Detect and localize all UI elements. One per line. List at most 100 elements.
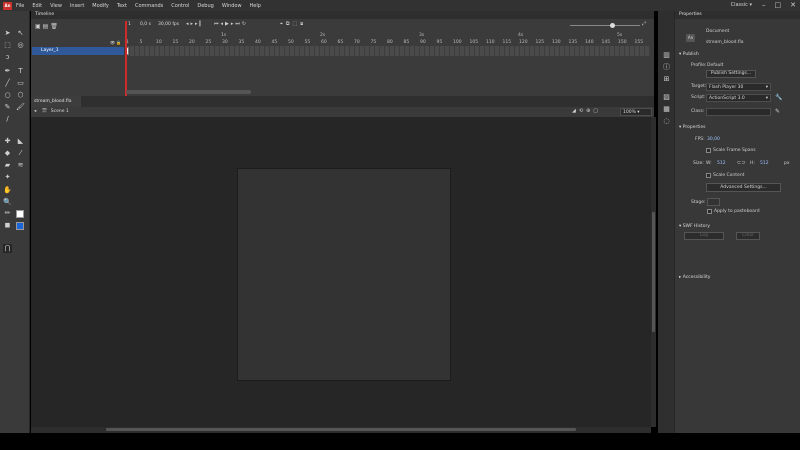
swf-clear-button[interactable]: Clear	[736, 232, 760, 240]
edit-class-icon[interactable]: ✎	[775, 108, 780, 115]
swatches-icon[interactable]: ▦	[662, 105, 671, 114]
fps-value[interactable]: 30,00	[707, 137, 720, 142]
layer-frames[interactable]	[125, 46, 650, 56]
step-forward-icon[interactable]: ▸▎	[195, 21, 205, 27]
lasso-icon[interactable]: ↄ	[3, 53, 12, 62]
wrench-icon[interactable]: 🔧	[775, 94, 782, 101]
swf-log-button[interactable]: Log	[684, 232, 724, 240]
timeline-zoom-slider[interactable]	[570, 25, 640, 26]
new-layer-icon[interactable]: ▣	[35, 23, 41, 30]
horizontal-scroll-thumb[interactable]	[106, 428, 576, 431]
link-icon[interactable]: ⊂⊃	[737, 160, 745, 166]
hand-tool-icon[interactable]: ✋	[3, 186, 12, 195]
vertical-scrollbar[interactable]	[651, 117, 656, 427]
rectangle-tool-icon[interactable]: ▭	[16, 79, 25, 88]
apply-pasteboard-checkbox[interactable]	[707, 209, 712, 214]
scale-frame-spans-checkbox[interactable]	[706, 148, 711, 153]
rotate-stage-icon[interactable]: ⟲	[579, 108, 586, 114]
publish-settings-button[interactable]: Publish Settings...	[706, 70, 756, 78]
workspace-switcher[interactable]: Classic ▾	[731, 2, 752, 8]
bone-tool-icon[interactable]: ✚	[3, 137, 12, 146]
eye-icon[interactable]: 👁	[110, 40, 115, 45]
class-input[interactable]	[706, 108, 771, 116]
text-tool-icon[interactable]: T	[16, 67, 25, 76]
menu-file[interactable]: File	[16, 3, 24, 9]
pencil-tool-icon[interactable]: ✎	[3, 103, 12, 112]
publish-section-header[interactable]: ▾ Publish	[679, 52, 699, 57]
zoom-tool-icon[interactable]: 🔍	[3, 198, 12, 207]
pen-tool-icon[interactable]: ✒	[3, 67, 12, 76]
loop-icon[interactable]: ↻	[242, 21, 248, 27]
scale-content-checkbox[interactable]	[706, 173, 711, 178]
back-arrow-icon[interactable]: ◂	[34, 109, 36, 114]
script-select[interactable]: ActionScript 3.0 ▾	[706, 94, 771, 102]
layer-row[interactable]: Layer_1	[32, 47, 124, 55]
stroke-color-swatch[interactable]	[16, 210, 24, 218]
snap-magnet-icon[interactable]: ⋂	[3, 244, 12, 253]
paint-bucket-icon[interactable]: ◣	[16, 137, 25, 146]
timeline-scrollbar[interactable]	[126, 90, 251, 94]
menu-help[interactable]: Help	[250, 3, 261, 9]
width-value[interactable]: 512	[717, 161, 726, 166]
stage-color-swatch[interactable]	[707, 198, 720, 206]
fill-color-icon[interactable]: ◼	[3, 221, 12, 230]
eyedropper-icon[interactable]: ⁄	[16, 149, 25, 158]
menu-control[interactable]: Control	[171, 3, 189, 9]
stage[interactable]	[237, 168, 451, 381]
zoom-value: 100%	[623, 110, 636, 115]
properties-section-header[interactable]: ▾ Properties	[679, 125, 705, 130]
document-tab[interactable]: stream_blood.fla ✕	[31, 96, 81, 115]
new-folder-icon[interactable]: ▤	[43, 23, 49, 30]
target-select[interactable]: Flash Player 30 ▾	[706, 83, 771, 91]
vertical-scroll-thumb[interactable]	[652, 212, 655, 332]
playhead[interactable]	[125, 21, 127, 96]
close-icon[interactable]: ✕	[790, 1, 796, 9]
stroke-color-icon[interactable]: ✏	[3, 209, 12, 218]
menu-view[interactable]: View	[50, 3, 62, 9]
color-icon[interactable]: ▨	[662, 93, 671, 102]
fps-display[interactable]: 30,00 fps	[158, 22, 179, 27]
align-stage-icon[interactable]: ◢	[572, 108, 579, 114]
lock-icon[interactable]: 🔒	[116, 40, 121, 45]
minimize-icon[interactable]: –	[762, 1, 766, 9]
menu-debug[interactable]: Debug	[197, 3, 213, 9]
clip-stage-icon[interactable]: ▢	[593, 108, 601, 114]
accessibility-header[interactable]: ▸ Accessibility	[679, 275, 710, 280]
selection-tool-icon[interactable]: ➤	[3, 29, 12, 38]
eraser-icon[interactable]: ▰	[3, 161, 12, 170]
ink-bottle-icon[interactable]: ◆	[3, 149, 12, 158]
camera-tool-icon[interactable]: ✦	[3, 173, 12, 182]
brush-tool-icon[interactable]: 🖌	[16, 103, 25, 112]
menu-text[interactable]: Text	[117, 3, 127, 9]
fill-color-swatch[interactable]	[16, 222, 24, 230]
motion-presets-icon[interactable]: ◌	[662, 117, 671, 126]
line-tool-icon[interactable]: ╱	[3, 79, 12, 88]
height-value[interactable]: 512	[760, 161, 769, 166]
polystar-tool-icon[interactable]: ⬡	[16, 91, 25, 100]
free-transform-icon[interactable]: ⬚	[3, 41, 12, 50]
menu-modify[interactable]: Modify	[92, 3, 109, 9]
edit-multiple-icon[interactable]: ⧈	[300, 21, 306, 27]
delete-layer-icon[interactable]: 🗑	[50, 23, 58, 30]
menu-window[interactable]: Window	[222, 3, 242, 9]
menu-commands[interactable]: Commands	[135, 3, 163, 9]
library-icon[interactable]: ▥	[662, 51, 671, 60]
class-label: Class:	[691, 109, 705, 114]
zoom-select[interactable]: 100% ▾	[620, 108, 652, 116]
menu-edit[interactable]: Edit	[32, 3, 42, 9]
maximize-icon[interactable]: □	[775, 1, 782, 9]
swf-history-header[interactable]: ▾ SWF History	[679, 224, 710, 229]
advanced-settings-button[interactable]: Advanced Settings...	[706, 183, 781, 192]
align-icon[interactable]: ⊞	[662, 75, 671, 84]
3d-rotation-icon[interactable]: ◎	[16, 41, 25, 50]
scene-name[interactable]: Scene 1	[51, 109, 69, 114]
width-tool-icon[interactable]: ≋	[16, 161, 25, 170]
subselection-tool-icon[interactable]: ↖	[16, 29, 25, 38]
menu-insert[interactable]: Insert	[70, 3, 84, 9]
oval-tool-icon[interactable]: ○	[3, 91, 12, 100]
timeline-fit-icon[interactable]: ⤢	[642, 21, 646, 27]
info-icon[interactable]: ⓘ	[662, 63, 671, 72]
onion-outline-icon[interactable]: ⬚	[292, 21, 300, 27]
timeline-zoom-handle[interactable]	[610, 23, 615, 28]
paint-brush-icon[interactable]: ∕	[3, 115, 12, 124]
